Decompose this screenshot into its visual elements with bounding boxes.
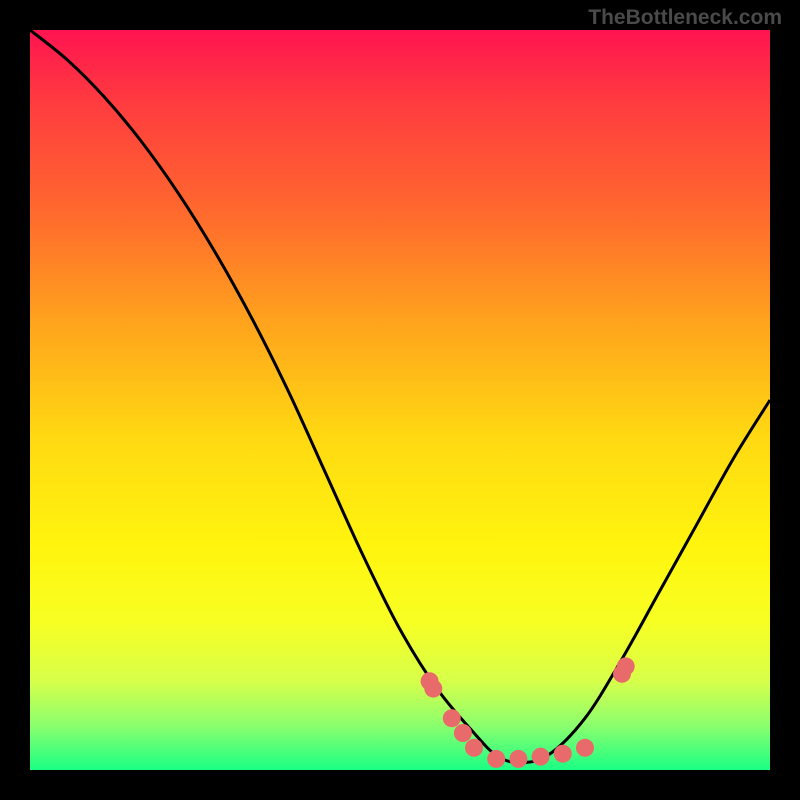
plot-area [30, 30, 770, 770]
markers-group [421, 657, 635, 768]
watermark-text: TheBottleneck.com [588, 6, 782, 30]
bottleneck-curve [30, 30, 770, 763]
marker-point [617, 657, 635, 675]
marker-point [576, 739, 594, 757]
marker-point [424, 680, 442, 698]
marker-point [509, 750, 527, 768]
chart-container: TheBottleneck.com [0, 0, 800, 800]
chart-svg [30, 30, 770, 770]
marker-point [532, 748, 550, 766]
marker-point [554, 745, 572, 763]
marker-point [487, 750, 505, 768]
marker-point [443, 709, 461, 727]
marker-point [454, 724, 472, 742]
marker-point [465, 739, 483, 757]
curve-group [30, 30, 770, 763]
